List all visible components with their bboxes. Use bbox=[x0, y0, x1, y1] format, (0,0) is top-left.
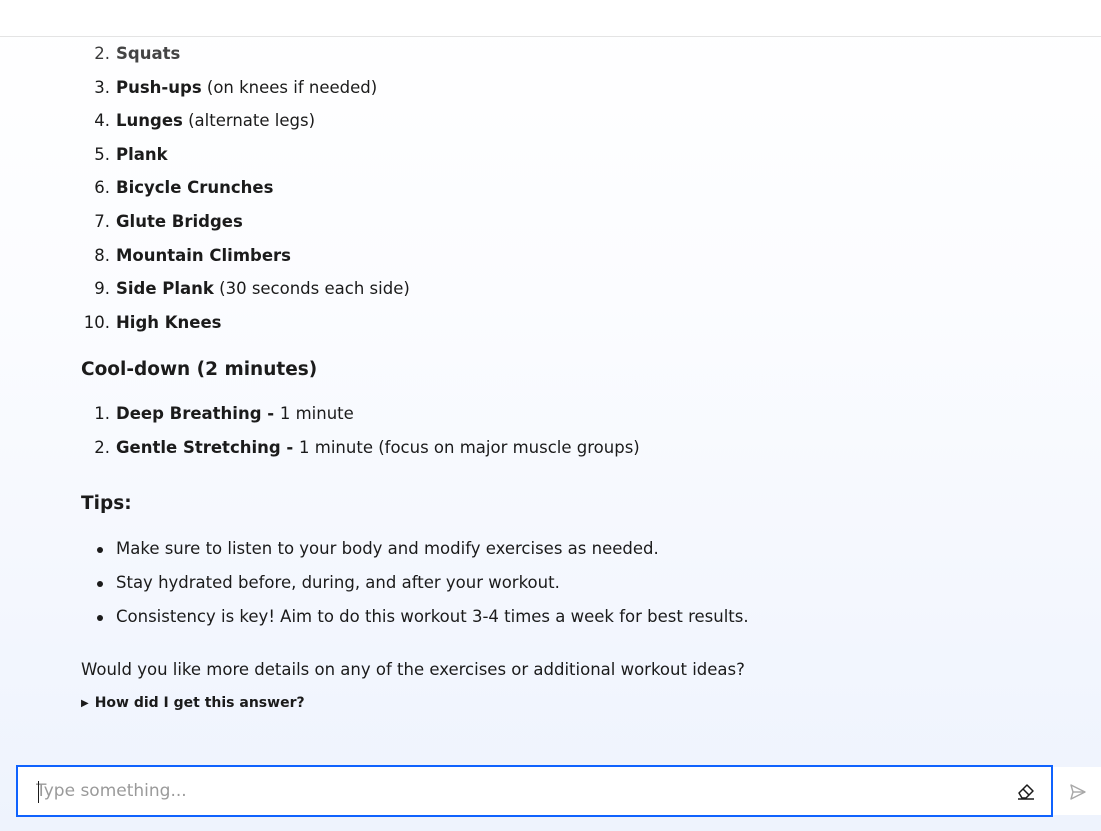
list-number: 9. bbox=[94, 279, 110, 299]
send-icon bbox=[1070, 784, 1086, 800]
closing-question: Would you like more details on any of th… bbox=[81, 659, 745, 679]
list-item: 1. Deep Breathing - 1 minute bbox=[81, 397, 1041, 431]
list-item: 2. Gentle Stretching - 1 minute (focus on… bbox=[81, 431, 1041, 465]
list-number: 2. bbox=[94, 44, 110, 63]
send-button[interactable] bbox=[1053, 767, 1101, 815]
exercise-name: Plank bbox=[116, 144, 168, 164]
exercise-name: Push-ups bbox=[116, 77, 202, 97]
list-item: 7. Glute Bridges bbox=[81, 205, 1041, 239]
list-number: 7. bbox=[94, 211, 110, 231]
eraser-icon[interactable] bbox=[1015, 780, 1037, 802]
list-item: 2. Squats bbox=[81, 37, 1041, 71]
tips-list: Make sure to listen to your body and mod… bbox=[81, 532, 1041, 634]
exercise-note: (alternate legs) bbox=[182, 111, 316, 131]
exercise-name: Bicycle Crunches bbox=[116, 178, 274, 198]
list-item: 8. Mountain Climbers bbox=[81, 239, 1041, 273]
list-item: 9. Side Plank (30 seconds each side) bbox=[81, 272, 1041, 306]
cooldown-heading: Cool-down (2 minutes) bbox=[81, 359, 318, 381]
answer-details-toggle[interactable]: ▶ How did I get this answer? bbox=[81, 693, 1041, 714]
exercise-name: Deep Breathing - bbox=[116, 404, 280, 424]
message-input[interactable] bbox=[36, 767, 996, 815]
exercise-note: (30 seconds each side) bbox=[213, 279, 410, 299]
list-number: 10. bbox=[83, 312, 110, 332]
exercise-note: (on knees if needed) bbox=[201, 77, 378, 97]
list-item: 5. Plank bbox=[81, 138, 1041, 172]
message-composer bbox=[16, 765, 1053, 817]
list-item: Consistency is key! Aim to do this worko… bbox=[81, 600, 1041, 634]
exercise-name: Mountain Climbers bbox=[116, 245, 291, 265]
exercise-name: High Knees bbox=[116, 312, 222, 332]
exercise-name: Squats bbox=[116, 44, 181, 63]
exercise-name: Glute Bridges bbox=[116, 211, 243, 231]
list-number: 4. bbox=[94, 111, 110, 131]
chat-message: 2. Squats 3. Push-ups (on knees if needed)… bbox=[81, 37, 1041, 714]
list-number: 3. bbox=[94, 77, 110, 97]
list-item: 4. Lunges (alternate legs) bbox=[81, 104, 1041, 138]
exercise-list: 2. Squats 3. Push-ups (on knees if needed)… bbox=[81, 37, 1041, 339]
list-item: 10. High Knees bbox=[81, 306, 1041, 340]
list-item: Stay hydrated before, during, and after … bbox=[81, 566, 1041, 600]
list-number: 6. bbox=[94, 178, 110, 198]
exercise-note: 1 minute bbox=[279, 404, 354, 424]
list-number: 8. bbox=[94, 245, 110, 265]
exercise-name: Lunges bbox=[116, 111, 183, 131]
list-item: Make sure to listen to your body and mod… bbox=[81, 532, 1041, 566]
tips-heading: Tips: bbox=[81, 492, 132, 514]
top-bar bbox=[0, 0, 1101, 37]
list-item: 3. Push-ups (on knees if needed) bbox=[81, 71, 1041, 105]
cooldown-list: 1. Deep Breathing - 1 minute 2. Gentle Str… bbox=[81, 397, 1041, 464]
exercise-name: Gentle Stretching - bbox=[116, 437, 300, 457]
text-caret bbox=[38, 781, 39, 803]
answer-details-label: How did I get this answer? bbox=[94, 694, 305, 711]
exercise-note: 1 minute (focus on major muscle groups) bbox=[299, 437, 640, 457]
exercise-name: Side Plank bbox=[116, 279, 214, 299]
list-number: 2. bbox=[94, 437, 110, 457]
list-number: 1. bbox=[94, 404, 110, 424]
triangle-right-icon: ▶ bbox=[81, 697, 89, 709]
list-item: 6. Bicycle Crunches bbox=[81, 171, 1041, 205]
list-number: 5. bbox=[94, 144, 110, 164]
